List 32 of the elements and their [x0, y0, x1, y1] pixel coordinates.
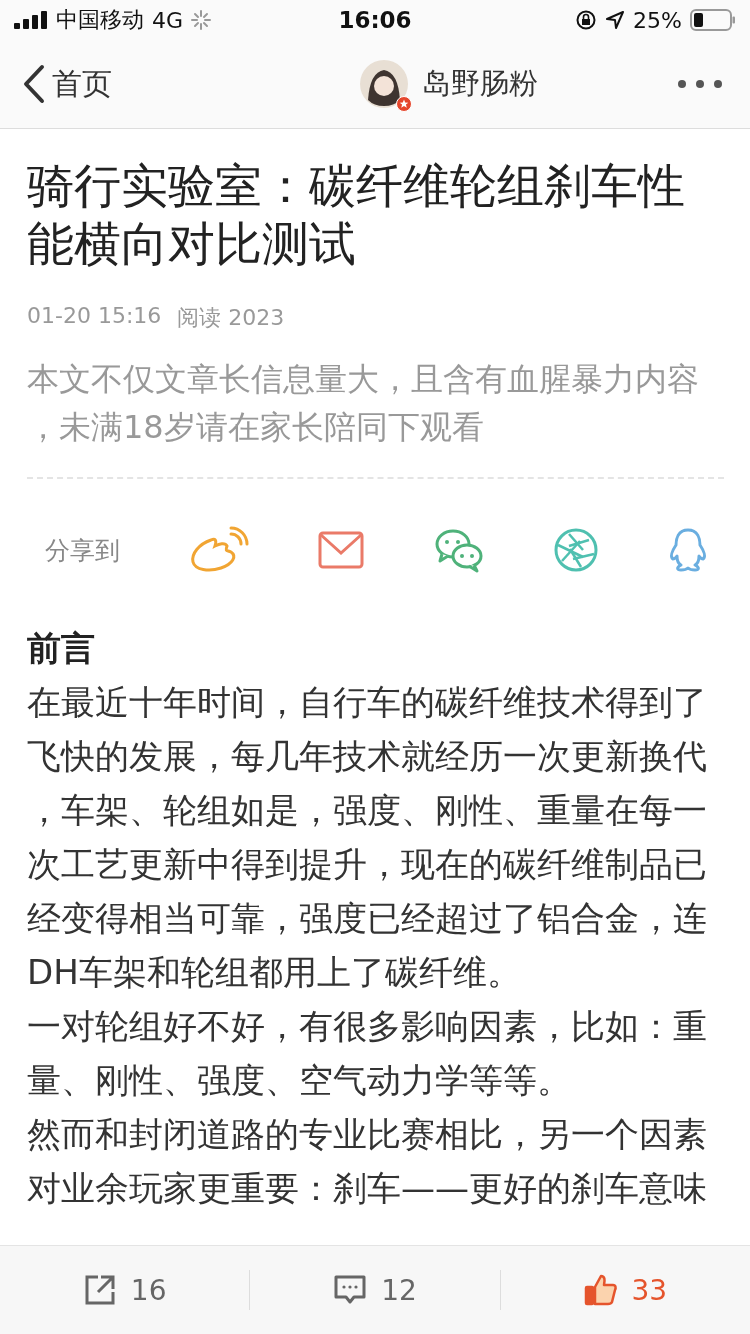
body-paragraph: 一对轮组好不好，有很多影响因素，比如：重量、刚性、强度、空气动力学等等。: [27, 1005, 708, 1102]
back-button[interactable]: 首页: [22, 63, 222, 105]
aperture-share-icon[interactable]: [552, 527, 599, 573]
weibo-share-icon[interactable]: [189, 526, 250, 574]
loading-icon: [191, 10, 212, 30]
location-arrow-icon: [605, 10, 626, 30]
battery-percent: 25%: [633, 7, 682, 33]
thumbs-up-icon[interactable]: [583, 1273, 618, 1307]
more-icon[interactable]: [676, 78, 724, 90]
signal-icon: [14, 11, 48, 29]
author-name[interactable]: 岛野肠粉: [422, 64, 538, 104]
body-paragraph: 然而和封闭道路的专业比赛相比，另一个因素对业余玩家更重要：刹车——更好的刹车意味: [27, 1113, 708, 1210]
carrier-name: 中国移动: [56, 6, 144, 34]
mail-share-icon[interactable]: [318, 531, 365, 569]
verified-badge-icon: [396, 96, 412, 112]
share-label: 分享到: [45, 534, 120, 567]
read-count: 阅读 2023: [177, 304, 285, 332]
rotation-lock-icon: [575, 9, 598, 31]
back-chevron-icon[interactable]: [22, 64, 46, 104]
chat-bubbles-share-icon[interactable]: [433, 527, 484, 573]
clock-time: 16:06: [338, 7, 412, 33]
battery-icon: [690, 9, 736, 31]
comment-button[interactable]: 12: [250, 1246, 500, 1334]
body-paragraph: 在最近十年时间，自行车的碳纤维技术得到了飞快的发展，每几年技术就经历一次更新换代，车架、轮组如是，强度、刚性、重量在每一次工艺更新中得到提升，现在的碳纤维制品已经变得相当可靠，强度已经超过了铝合金，连DH车架和轮组都用上了碳纤维。: [27, 681, 708, 994]
network-type: 4G: [152, 7, 184, 33]
section-heading: 前言: [27, 627, 96, 670]
content-notice: 本文不仅文章长信息量大，且含有血腥暴力内容，未满18岁请在家长陪同下观看: [27, 359, 700, 448]
publish-date: 01-20 15:16: [27, 303, 162, 330]
like-button[interactable]: 33: [500, 1246, 750, 1334]
article-title: 骑行实验室：碳纤维轮组刹车性能横向对比测试: [27, 157, 686, 273]
penguin-share-icon[interactable]: [667, 527, 708, 573]
repost-button[interactable]: 16: [0, 1246, 250, 1334]
